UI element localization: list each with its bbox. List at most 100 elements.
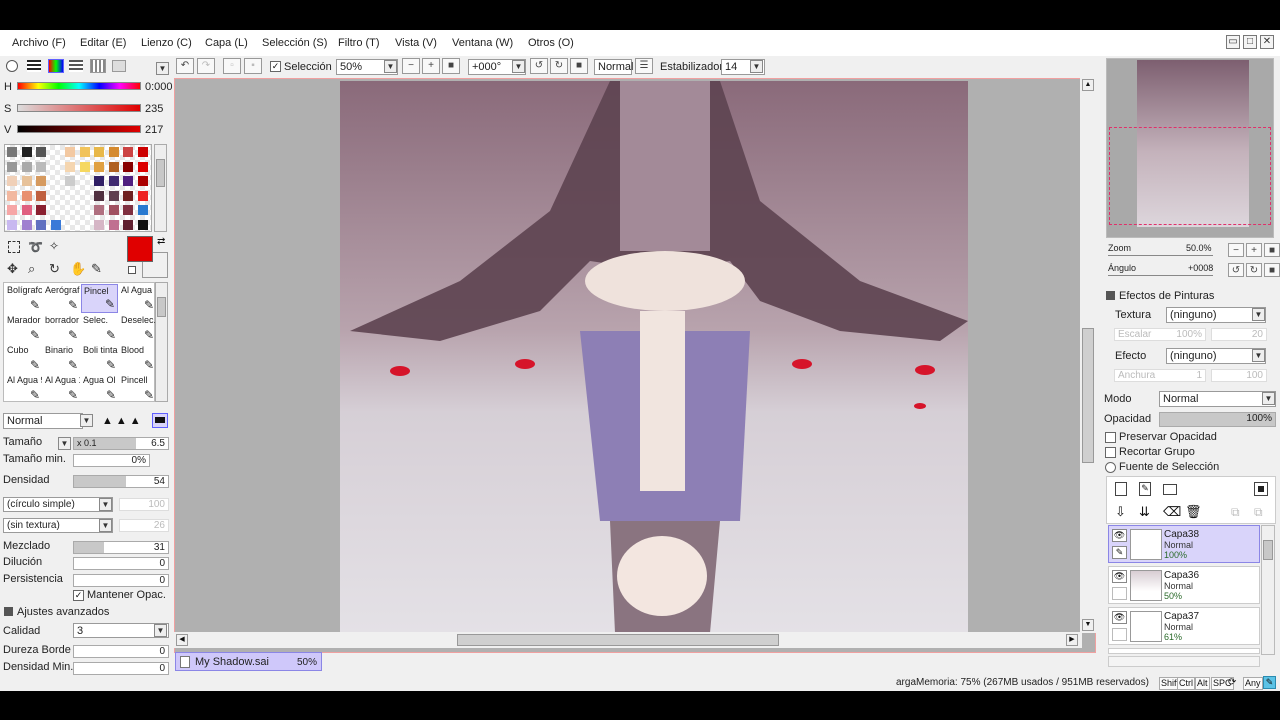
flatten-icon[interactable]: ⧉	[1254, 505, 1263, 520]
zoom-reset-icon[interactable]: ■	[442, 58, 460, 74]
blend-slider[interactable]: 31	[73, 541, 169, 554]
rotation-dropdown-icon[interactable]: ▼	[512, 60, 525, 73]
navigator-preview[interactable]	[1106, 58, 1274, 238]
effects-scale-extra[interactable]: 20	[1211, 328, 1267, 341]
selection-source-radio[interactable]	[1105, 462, 1116, 473]
color-swatch[interactable]	[108, 147, 119, 157]
zoom-in-icon[interactable]: +	[422, 58, 440, 74]
color-swatch[interactable]	[21, 190, 32, 201]
swatch-grid[interactable]	[4, 144, 152, 232]
layer-mode-dropdown-icon[interactable]: ▼	[1262, 392, 1275, 405]
dilution-slider[interactable]: 0	[73, 557, 169, 570]
color-swatch[interactable]	[108, 205, 119, 215]
hue-slider[interactable]	[17, 82, 141, 90]
color-swatch[interactable]	[108, 219, 119, 230]
color-swatch[interactable]	[21, 205, 32, 215]
eye-icon[interactable]: 👁	[1112, 529, 1127, 542]
marquee-icon[interactable]	[8, 241, 20, 253]
nav-zoom-out-icon[interactable]: −	[1228, 243, 1244, 257]
color-swatch[interactable]	[123, 147, 133, 157]
value-slider[interactable]	[17, 125, 141, 133]
primary-color-swatch[interactable]	[127, 236, 153, 262]
document-tab[interactable]: My Shadow.sai 50%	[175, 652, 322, 671]
tool-pincel[interactable]: Pincel ✎	[81, 284, 118, 313]
brush-edge-selected[interactable]	[152, 413, 168, 428]
effects-texture-dropdown-icon[interactable]: ▼	[1252, 308, 1265, 321]
swap-colors-icon[interactable]: ⇄	[157, 236, 165, 247]
saturation-slider[interactable]	[17, 104, 141, 112]
layer-item-capa38[interactable]: 👁 ✎ Capa38 Normal 100%	[1108, 525, 1260, 563]
nav-zoom-in-icon[interactable]: +	[1246, 243, 1262, 257]
menu-seleccion[interactable]: Selección (S)	[262, 37, 327, 49]
layer-mode-select[interactable]: Normal	[1159, 391, 1276, 407]
color-swatch[interactable]	[137, 161, 148, 172]
hand-icon[interactable]: ✋	[70, 261, 86, 277]
color-swatch[interactable]	[7, 205, 17, 215]
transfer-down-icon[interactable]: ⇩	[1115, 504, 1126, 520]
eye-icon[interactable]: 👁	[1112, 611, 1127, 624]
layer-item-capa36[interactable]: 👁 Capa36 Normal 50%	[1108, 566, 1260, 604]
color-wheel-icon[interactable]	[6, 60, 18, 72]
color-swatch[interactable]	[7, 176, 17, 186]
navigator-view-rect[interactable]	[1109, 127, 1271, 225]
color-swatch[interactable]	[7, 219, 17, 230]
merge-down-icon[interactable]: ⇊	[1139, 504, 1150, 520]
color-swatch[interactable]	[94, 161, 104, 172]
size-slider[interactable]: x 0.1 6.5	[73, 437, 169, 450]
tool-boli-tinta[interactable]: Boli tinta ✎	[81, 344, 118, 373]
invert-selection-icon[interactable]: ▪	[244, 58, 262, 74]
tool-pincell[interactable]: Pincell ✎	[119, 374, 156, 403]
color-swatch[interactable]	[94, 205, 104, 215]
move-icon[interactable]: ✥	[7, 261, 18, 277]
layer-item-capa37[interactable]: 👁 Capa37 Normal 61%	[1108, 607, 1260, 645]
quality-dropdown-icon[interactable]: ▼	[154, 624, 167, 637]
color-swatch[interactable]	[65, 147, 75, 157]
effects-width-extra[interactable]: 100	[1211, 369, 1267, 382]
color-swatch[interactable]	[36, 219, 46, 230]
color-swatch[interactable]	[94, 219, 104, 230]
menu-capa[interactable]: Capa (L)	[205, 37, 248, 49]
maximize-icon[interactable]: □	[1243, 35, 1257, 49]
color-mix-icon[interactable]	[69, 60, 83, 72]
color-swatch[interactable]	[137, 147, 148, 157]
edit-layer-icon[interactable]: ✎	[1112, 546, 1127, 559]
keep-opacity-checkbox[interactable]: ✓	[73, 590, 84, 601]
color-swatch[interactable]	[137, 205, 148, 215]
brush-edge-shapes[interactable]: ▲▲▲	[102, 415, 144, 427]
new-linework-layer-icon[interactable]: ✎	[1139, 482, 1151, 496]
menu-archivo[interactable]: Archivo (F)	[12, 37, 66, 49]
effects-effect-dropdown-icon[interactable]: ▼	[1252, 349, 1265, 362]
color-swatch[interactable]	[65, 176, 75, 186]
nav-zoom-reset-icon[interactable]: ■	[1264, 243, 1280, 257]
tool-grid-scrollbar[interactable]	[155, 282, 168, 402]
zoom-out-icon[interactable]: −	[402, 58, 420, 74]
tool-selec-[interactable]: Selec. ✎	[81, 314, 118, 343]
rotate-left-icon[interactable]: ↺	[530, 58, 548, 74]
hsv-slider-icon[interactable]	[48, 59, 64, 73]
brush-texture-dropdown-icon[interactable]: ▼	[99, 519, 112, 532]
brush-shape-dropdown-icon[interactable]: ▼	[99, 498, 112, 511]
blend-mode-field[interactable]: Normal	[594, 59, 633, 75]
effects-collapse-icon[interactable]	[1106, 291, 1115, 300]
color-swatch[interactable]	[50, 219, 61, 230]
color-swatch[interactable]	[137, 190, 148, 201]
tool-al-agua-9[interactable]: Al Agua 9 ✎	[5, 374, 42, 403]
color-swatch[interactable]	[21, 219, 32, 230]
hardness-slider[interactable]: 0	[73, 645, 169, 658]
canvas-horizontal-scrollbar[interactable]: ◀ ▶	[174, 632, 1082, 648]
color-swatch[interactable]	[79, 161, 90, 172]
selection-checkbox[interactable]: ✓	[270, 61, 281, 72]
color-swatch[interactable]	[123, 205, 133, 215]
tool-agua-ol[interactable]: Agua Ol ✎	[81, 374, 118, 403]
swatches-icon[interactable]	[90, 59, 106, 73]
preserve-opacity-checkbox[interactable]	[1105, 432, 1116, 443]
tool-blood[interactable]: Blood ✎	[119, 344, 156, 373]
layer-opacity-slider[interactable]: 100%	[1159, 412, 1276, 427]
canvas-vertical-scrollbar[interactable]: ▲ ▼	[1080, 78, 1096, 633]
color-swatch[interactable]	[137, 219, 148, 230]
color-swatch[interactable]	[36, 161, 46, 172]
color-swatch[interactable]	[21, 176, 32, 186]
tool-cubo[interactable]: Cubo ✎	[5, 344, 42, 373]
stabilizer-dropdown-icon[interactable]: ▼	[750, 60, 763, 73]
deselect-icon[interactable]: ▫	[223, 58, 241, 74]
